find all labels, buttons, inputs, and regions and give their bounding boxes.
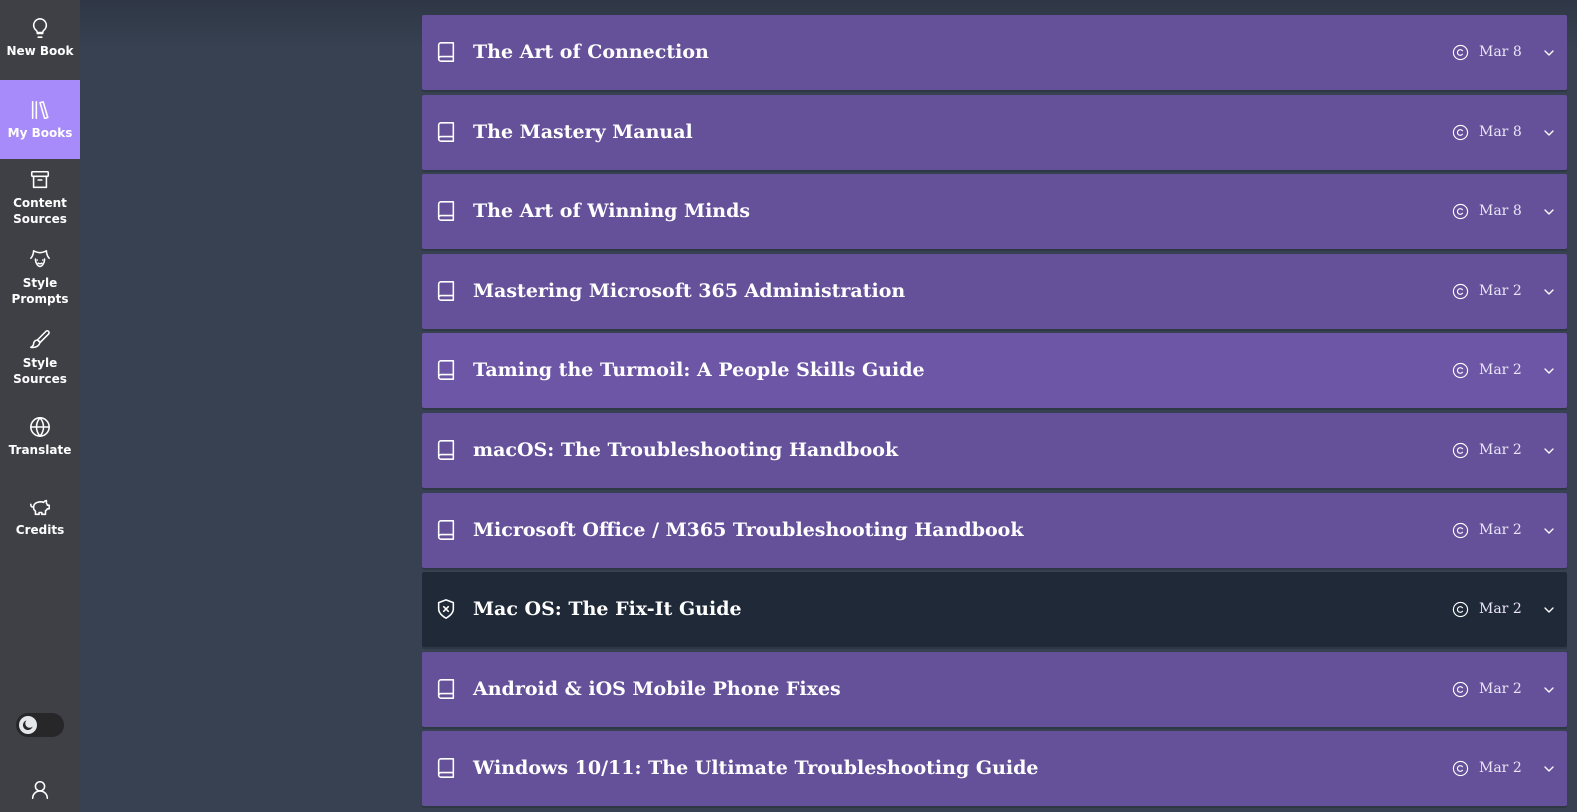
sidebar-item-label: My Books	[7, 125, 73, 140]
sidebar-item-translate[interactable]: Translate	[0, 416, 80, 462]
sidebar-item-label: Translate	[8, 443, 72, 457]
sidebar-item-label: Content Sources	[13, 196, 67, 226]
book-list: The Art of Connection Mar 8 The Mastery …	[422, 15, 1567, 811]
chevron-down-icon[interactable]	[1541, 284, 1557, 300]
chevron-down-icon[interactable]	[1541, 125, 1557, 141]
book-row[interactable]: Mac OS: The Fix-It Guide Mar 2	[422, 572, 1567, 648]
sidebar-item-label: Style Prompts	[11, 276, 69, 306]
book-icon	[435, 519, 457, 541]
piggy-bank-icon	[29, 496, 51, 518]
book-row[interactable]: Android & iOS Mobile Phone Fixes Mar 2	[422, 651, 1567, 727]
copyright-icon	[1452, 760, 1469, 777]
copyright-icon	[1452, 681, 1469, 698]
sidebar-item-new-book[interactable]: New Book	[0, 17, 80, 67]
globe-icon	[29, 416, 51, 438]
theme-toggle[interactable]	[16, 713, 64, 737]
chevron-down-icon[interactable]	[1541, 363, 1557, 379]
book-icon	[435, 757, 457, 779]
copyright-icon	[1452, 601, 1469, 618]
book-title: Android & iOS Mobile Phone Fixes	[473, 677, 841, 700]
copyright-icon	[1452, 203, 1469, 220]
sidebar-item-style-sources[interactable]: Style Sources	[0, 329, 80, 391]
book-row[interactable]: macOS: The Troubleshooting Handbook Mar …	[422, 412, 1567, 488]
book-date: Mar 2	[1479, 282, 1522, 299]
chevron-down-icon[interactable]	[1541, 682, 1557, 698]
moon-icon	[22, 720, 33, 731]
book-title: The Art of Winning Minds	[473, 200, 751, 223]
book-icon	[435, 439, 457, 461]
book-title: Windows 10/11: The Ultimate Troubleshoot…	[473, 757, 1039, 780]
archive-icon	[29, 169, 51, 191]
book-icon	[435, 121, 457, 143]
chevron-down-icon[interactable]	[1541, 443, 1557, 459]
chevron-down-icon[interactable]	[1541, 523, 1557, 539]
book-title: Mastering Microsoft 365 Administration	[473, 279, 906, 302]
book-row[interactable]: The Art of Connection Mar 8	[422, 15, 1567, 90]
book-title: The Mastery Manual	[473, 120, 693, 143]
book-row[interactable]: Windows 10/11: The Ultimate Troubleshoot…	[422, 731, 1567, 807]
book-title: macOS: The Troubleshooting Handbook	[473, 438, 899, 461]
book-date: Mar 2	[1479, 362, 1522, 379]
app-window: New Book My Books Content Sources Style …	[0, 0, 1577, 812]
user-icon[interactable]	[29, 779, 51, 801]
sidebar-item-credits[interactable]: Credits	[0, 496, 80, 542]
book-row[interactable]: Taming the Turmoil: A People Skills Guid…	[422, 333, 1567, 409]
sidebar-item-my-books[interactable]: My Books	[0, 80, 80, 159]
book-row[interactable]: The Art of Winning Minds Mar 8	[422, 174, 1567, 250]
book-date: Mar 8	[1479, 123, 1522, 140]
sidebar-item-label: Credits	[15, 523, 65, 537]
sidebar-item-style-prompts[interactable]: Style Prompts	[0, 249, 80, 311]
book-title: Taming the Turmoil: A People Skills Guid…	[473, 359, 925, 382]
shield-x-icon	[435, 598, 457, 620]
book-icon	[435, 678, 457, 700]
copyright-icon	[1452, 522, 1469, 539]
book-date: Mar 2	[1479, 680, 1522, 697]
chevron-down-icon[interactable]	[1541, 602, 1557, 618]
book-row[interactable]: The Mastery Manual Mar 8	[422, 94, 1567, 170]
book-date: Mar 8	[1479, 44, 1522, 60]
book-date: Mar 2	[1479, 521, 1522, 538]
book-title: Microsoft Office / M365 Troubleshooting …	[473, 518, 1024, 541]
toggle-knob	[19, 716, 37, 734]
book-date: Mar 2	[1479, 441, 1522, 458]
sidebar-item-content-sources[interactable]: Content Sources	[0, 169, 80, 231]
book-date: Mar 8	[1479, 203, 1522, 220]
copyright-icon	[1452, 283, 1469, 300]
books-icon	[29, 99, 51, 121]
book-row[interactable]: Mastering Microsoft 365 Administration M…	[422, 253, 1567, 329]
sidebar-item-label: Style Sources	[13, 356, 67, 386]
copyright-icon	[1452, 44, 1469, 61]
theater-masks-icon	[29, 249, 51, 271]
book-date: Mar 2	[1479, 760, 1522, 777]
book-icon	[435, 359, 457, 381]
chevron-down-icon[interactable]	[1541, 204, 1557, 220]
lightbulb-icon	[29, 17, 51, 39]
book-title: The Art of Connection	[473, 41, 709, 63]
brush-icon	[29, 329, 51, 351]
chevron-down-icon[interactable]	[1541, 45, 1557, 61]
book-row[interactable]: Microsoft Office / M365 Troubleshooting …	[422, 492, 1567, 568]
copyright-icon	[1452, 124, 1469, 141]
copyright-icon	[1452, 362, 1469, 379]
book-icon	[435, 200, 457, 222]
book-icon	[435, 41, 457, 63]
sidebar-item-label: New Book	[6, 44, 74, 58]
book-date: Mar 2	[1479, 601, 1522, 618]
chevron-down-icon[interactable]	[1541, 761, 1557, 777]
book-icon	[435, 280, 457, 302]
copyright-icon	[1452, 442, 1469, 459]
book-title: Mac OS: The Fix-It Guide	[473, 598, 742, 621]
sidebar: New Book My Books Content Sources Style …	[0, 0, 80, 812]
